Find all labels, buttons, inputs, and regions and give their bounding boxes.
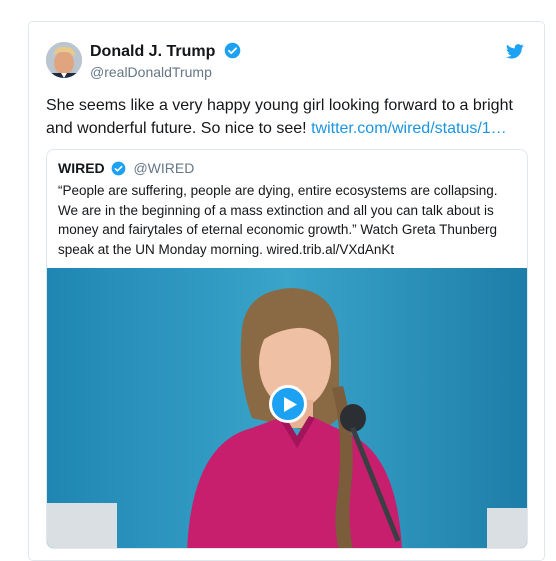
quoted-author-name[interactable]: WIRED [58, 160, 105, 176]
tweet-text: She seems like a very happy young girl l… [46, 94, 536, 140]
play-button[interactable] [269, 385, 307, 423]
tweet-link[interactable]: twitter.com/wired/status/1… [311, 120, 507, 137]
quoted-tweet-text: “People are suffering, people are dying,… [58, 183, 498, 257]
tweet-card[interactable]: Donald J. Trump @realDonaldTrump She see… [28, 21, 545, 561]
verified-badge-icon [224, 42, 241, 64]
play-icon [284, 397, 297, 412]
video-player[interactable] [47, 268, 527, 548]
avatar-image [46, 42, 82, 78]
quoted-tweet-header: WIRED @WIRED [58, 160, 194, 179]
author-name-text[interactable]: Donald J. Trump [90, 43, 215, 60]
author-handle[interactable]: @realDonaldTrump [90, 64, 212, 80]
quoted-author-handle[interactable]: @WIRED [133, 160, 194, 176]
quoted-verified-badge-icon [111, 161, 126, 179]
author-avatar[interactable] [46, 42, 82, 78]
twitter-bird-icon[interactable] [506, 44, 524, 64]
quoted-tweet[interactable]: WIRED @WIRED “People are suffering, peop… [46, 149, 528, 549]
author-name[interactable]: Donald J. Trump [90, 42, 241, 64]
